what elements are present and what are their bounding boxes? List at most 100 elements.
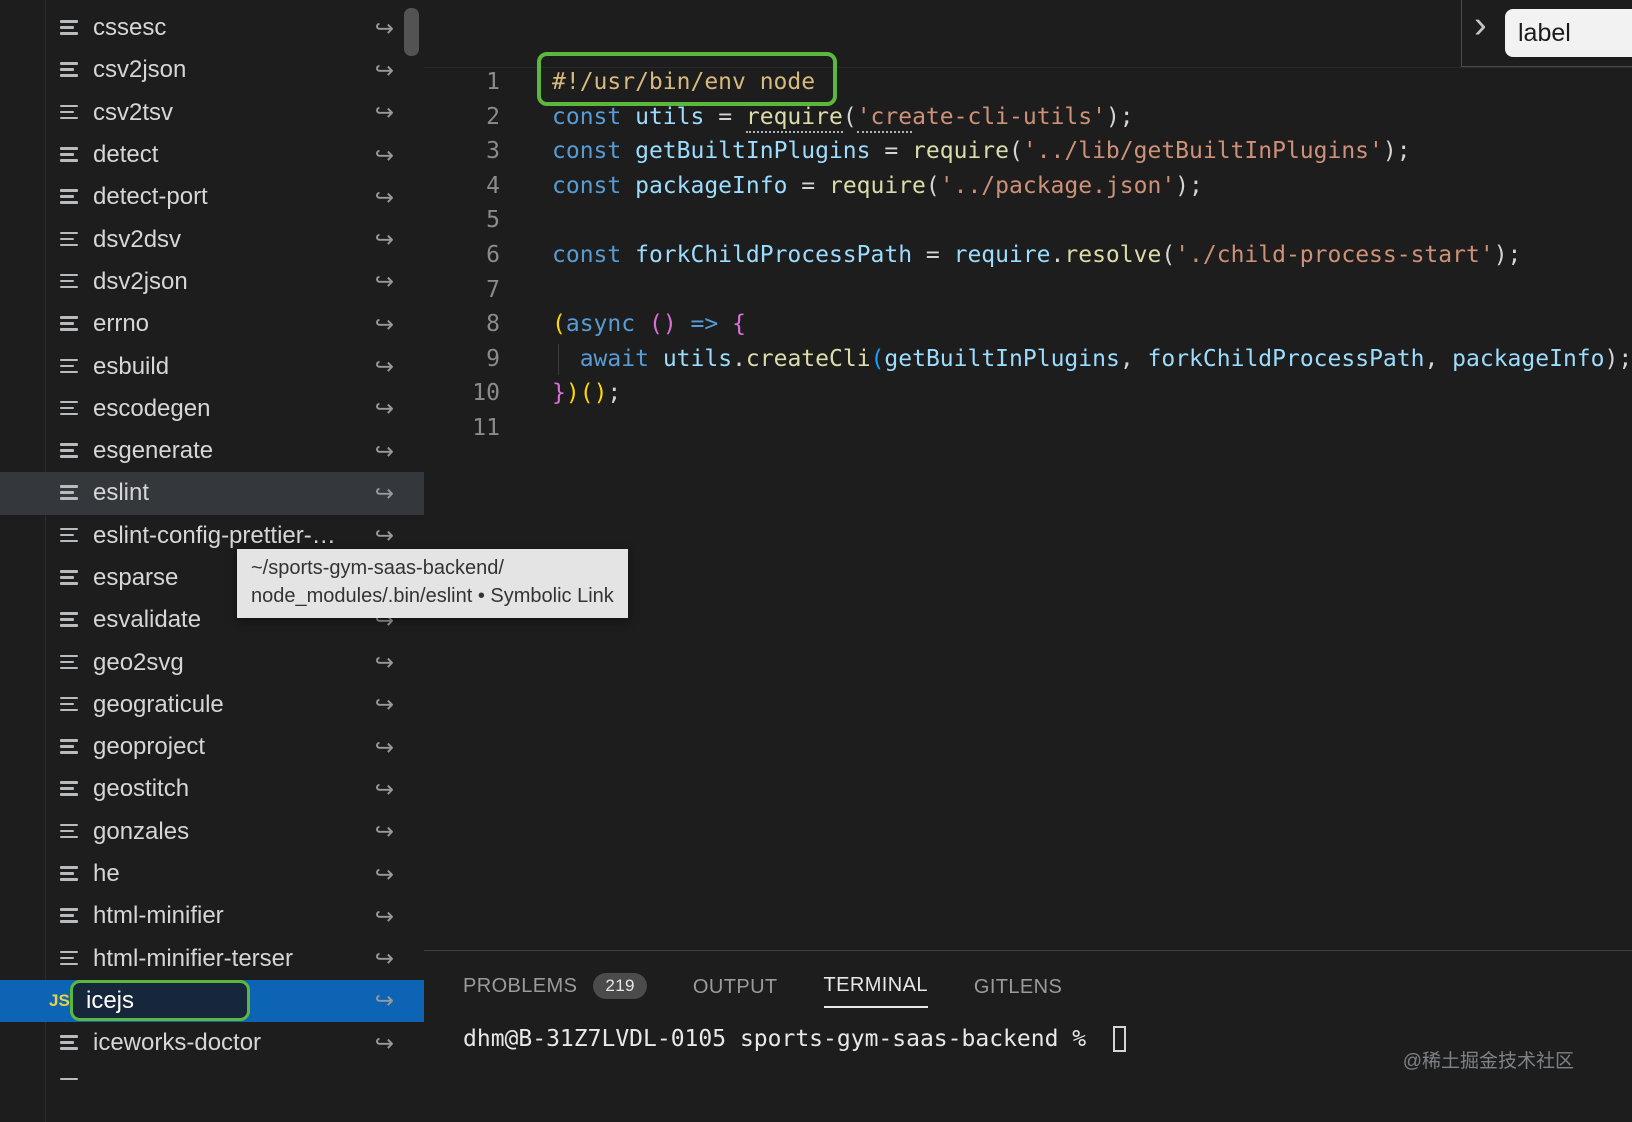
file-label: iceworks-doctor [93,1029,261,1057]
top-right-widget: › label [1461,0,1632,67]
list-item-esgenerate[interactable]: esgenerate↪ [0,430,424,472]
code-editor[interactable]: 1#!/usr/bin/env node2const utils = requi… [424,0,1632,950]
symlink-icon: ↪ [375,691,394,718]
file-label: csv2json [93,56,186,84]
symlink-icon: ↪ [375,184,394,211]
symlink-icon: ↪ [375,15,394,42]
file-lines-icon [58,1032,80,1054]
list-item-detect[interactable]: detect ↪ [0,134,424,176]
list-item-html-minifier-terser[interactable]: html-minifier-terser↪ [0,938,424,980]
code-line-4[interactable]: 4const packageInfo = require('../package… [424,169,1632,204]
terminal-cursor [1113,1026,1126,1052]
list-item-errno[interactable]: errno↪ [0,303,424,345]
code-line-3[interactable]: 3const getBuiltInPlugins = require('../l… [424,134,1632,169]
code-line-7[interactable]: 7 [424,273,1632,308]
symlink-icon: ↪ [375,142,394,169]
line-number: 10 [424,376,500,411]
code-line-9[interactable]: 9 await utils.createCli(getBuiltInPlugin… [424,342,1632,377]
code-line-6[interactable]: 6const forkChildProcessPath = require.re… [424,238,1632,273]
file-label: esgenerate [93,437,213,465]
list-item-dsv2dsv[interactable]: dsv2dsv ↪ [0,218,424,260]
file-lines-icon [58,652,80,674]
list-item-iceworks-doctor[interactable]: iceworks-doctor ↪ [0,1022,424,1064]
list-item-csv2tsv[interactable]: csv2tsv↪ [0,92,424,134]
list-item-he[interactable]: he ↪ [0,853,424,895]
js-file-icon: JS [49,991,70,1011]
line-text: })(); [552,376,621,411]
list-item-escodegen[interactable]: escodegen ↪ [0,388,424,430]
list-item-csv2json[interactable]: csv2json↪ [0,49,424,91]
panel-tab-terminal[interactable]: TERMINAL [824,974,928,1008]
file-label: html-minifier [93,902,224,930]
line-number: 5 [424,203,500,238]
line-text: const forkChildProcessPath = require.res… [552,238,1521,273]
line-text: (async () => { [552,307,746,342]
list-item[interactable] [0,1064,424,1080]
list-item-esbuild[interactable]: esbuild↪ [0,345,424,387]
line-number: 11 [424,411,500,446]
symlink-icon: ↪ [375,480,394,507]
file-lines-icon [58,144,80,166]
file-label: esparse [93,564,178,592]
file-lines-icon [58,821,80,843]
file-label: html-minifier-terser [93,945,293,973]
tab-label: TERMINAL [824,974,928,997]
code-line-10[interactable]: 10 })(); [424,376,1632,411]
list-item-geo2svg[interactable]: geo2svg↪ [0,641,424,683]
file-lines-icon [58,102,80,124]
code-line-8[interactable]: 8(async () => { [424,307,1632,342]
file-label: esvalidate [93,606,201,634]
file-label: he [93,860,120,888]
list-item-cssesc[interactable]: cssesc↪ [0,7,424,49]
line-number: 1 [424,65,500,100]
file-label: dsv2dsv [93,226,181,254]
file-label: detect [93,141,158,169]
symlink-icon: ↪ [375,776,394,803]
label-pill[interactable]: label [1505,9,1632,57]
list-item-gonzales[interactable]: gonzales↪ [0,811,424,853]
symlink-icon: ↪ [375,734,394,761]
line-number: 4 [424,169,500,204]
green-annotation-box-shebang [537,52,837,106]
file-label: geostitch [93,775,189,803]
file-lines-icon [58,778,80,800]
symlink-icon: ↪ [375,522,394,549]
list-item-detect-port[interactable]: detect-port↪ [0,176,424,218]
symlink-icon: ↪ [375,226,394,253]
file-lines-icon [58,229,80,251]
list-item-eslint[interactable]: eslint↪ [0,472,424,514]
file-lines-icon [58,736,80,758]
file-label: escodegen [93,395,210,423]
panel-tab-output[interactable]: OUTPUT [693,976,778,1008]
line-number: 2 [424,100,500,135]
list-item-html-minifier[interactable]: html-minifier↪ [0,895,424,937]
file-lines-icon [58,186,80,208]
list-item-dsv2json[interactable]: dsv2json↪ [0,261,424,303]
code-line-11[interactable]: 11 [424,411,1632,446]
scrollbar-thumb[interactable] [404,8,419,56]
code-line-5[interactable]: 5 [424,203,1632,238]
file-lines-icon [58,313,80,335]
terminal-prompt: dhm@B-31Z7LVDL-0105 sports-gym-saas-back… [463,1026,1100,1052]
file-lines-icon [58,271,80,293]
symlink-icon: ↪ [375,395,394,422]
symlink-icon: ↪ [375,861,394,888]
list-item-icejs[interactable]: JSicejs↪ [0,980,424,1022]
list-item-geoproject[interactable]: geoproject↪ [0,726,424,768]
tab-label: OUTPUT [693,976,778,999]
list-item-geograticule[interactable]: geograticule↪ [0,684,424,726]
list-item-geostitch[interactable]: geostitch ↪ [0,768,424,810]
panel-tab-gitlens[interactable]: GITLENS [974,976,1062,1008]
file-lines-icon [58,694,80,716]
tooltip: ~/sports-gym-saas-backend/ node_modules/… [237,549,628,618]
file-lines-icon [58,59,80,81]
tooltip-path-line: ~/sports-gym-saas-backend/ [251,555,614,583]
problems-count-badge: 219 [593,973,647,999]
tab-label: GITLENS [974,976,1062,999]
panel-tab-problems[interactable]: PROBLEMS219 [463,973,647,1008]
symlink-icon: ↪ [375,1030,394,1057]
line-number: 7 [424,273,500,308]
chevron-right-icon[interactable]: › [1474,4,1487,47]
file-lines-icon [58,17,80,39]
symlink-icon: ↪ [375,818,394,845]
